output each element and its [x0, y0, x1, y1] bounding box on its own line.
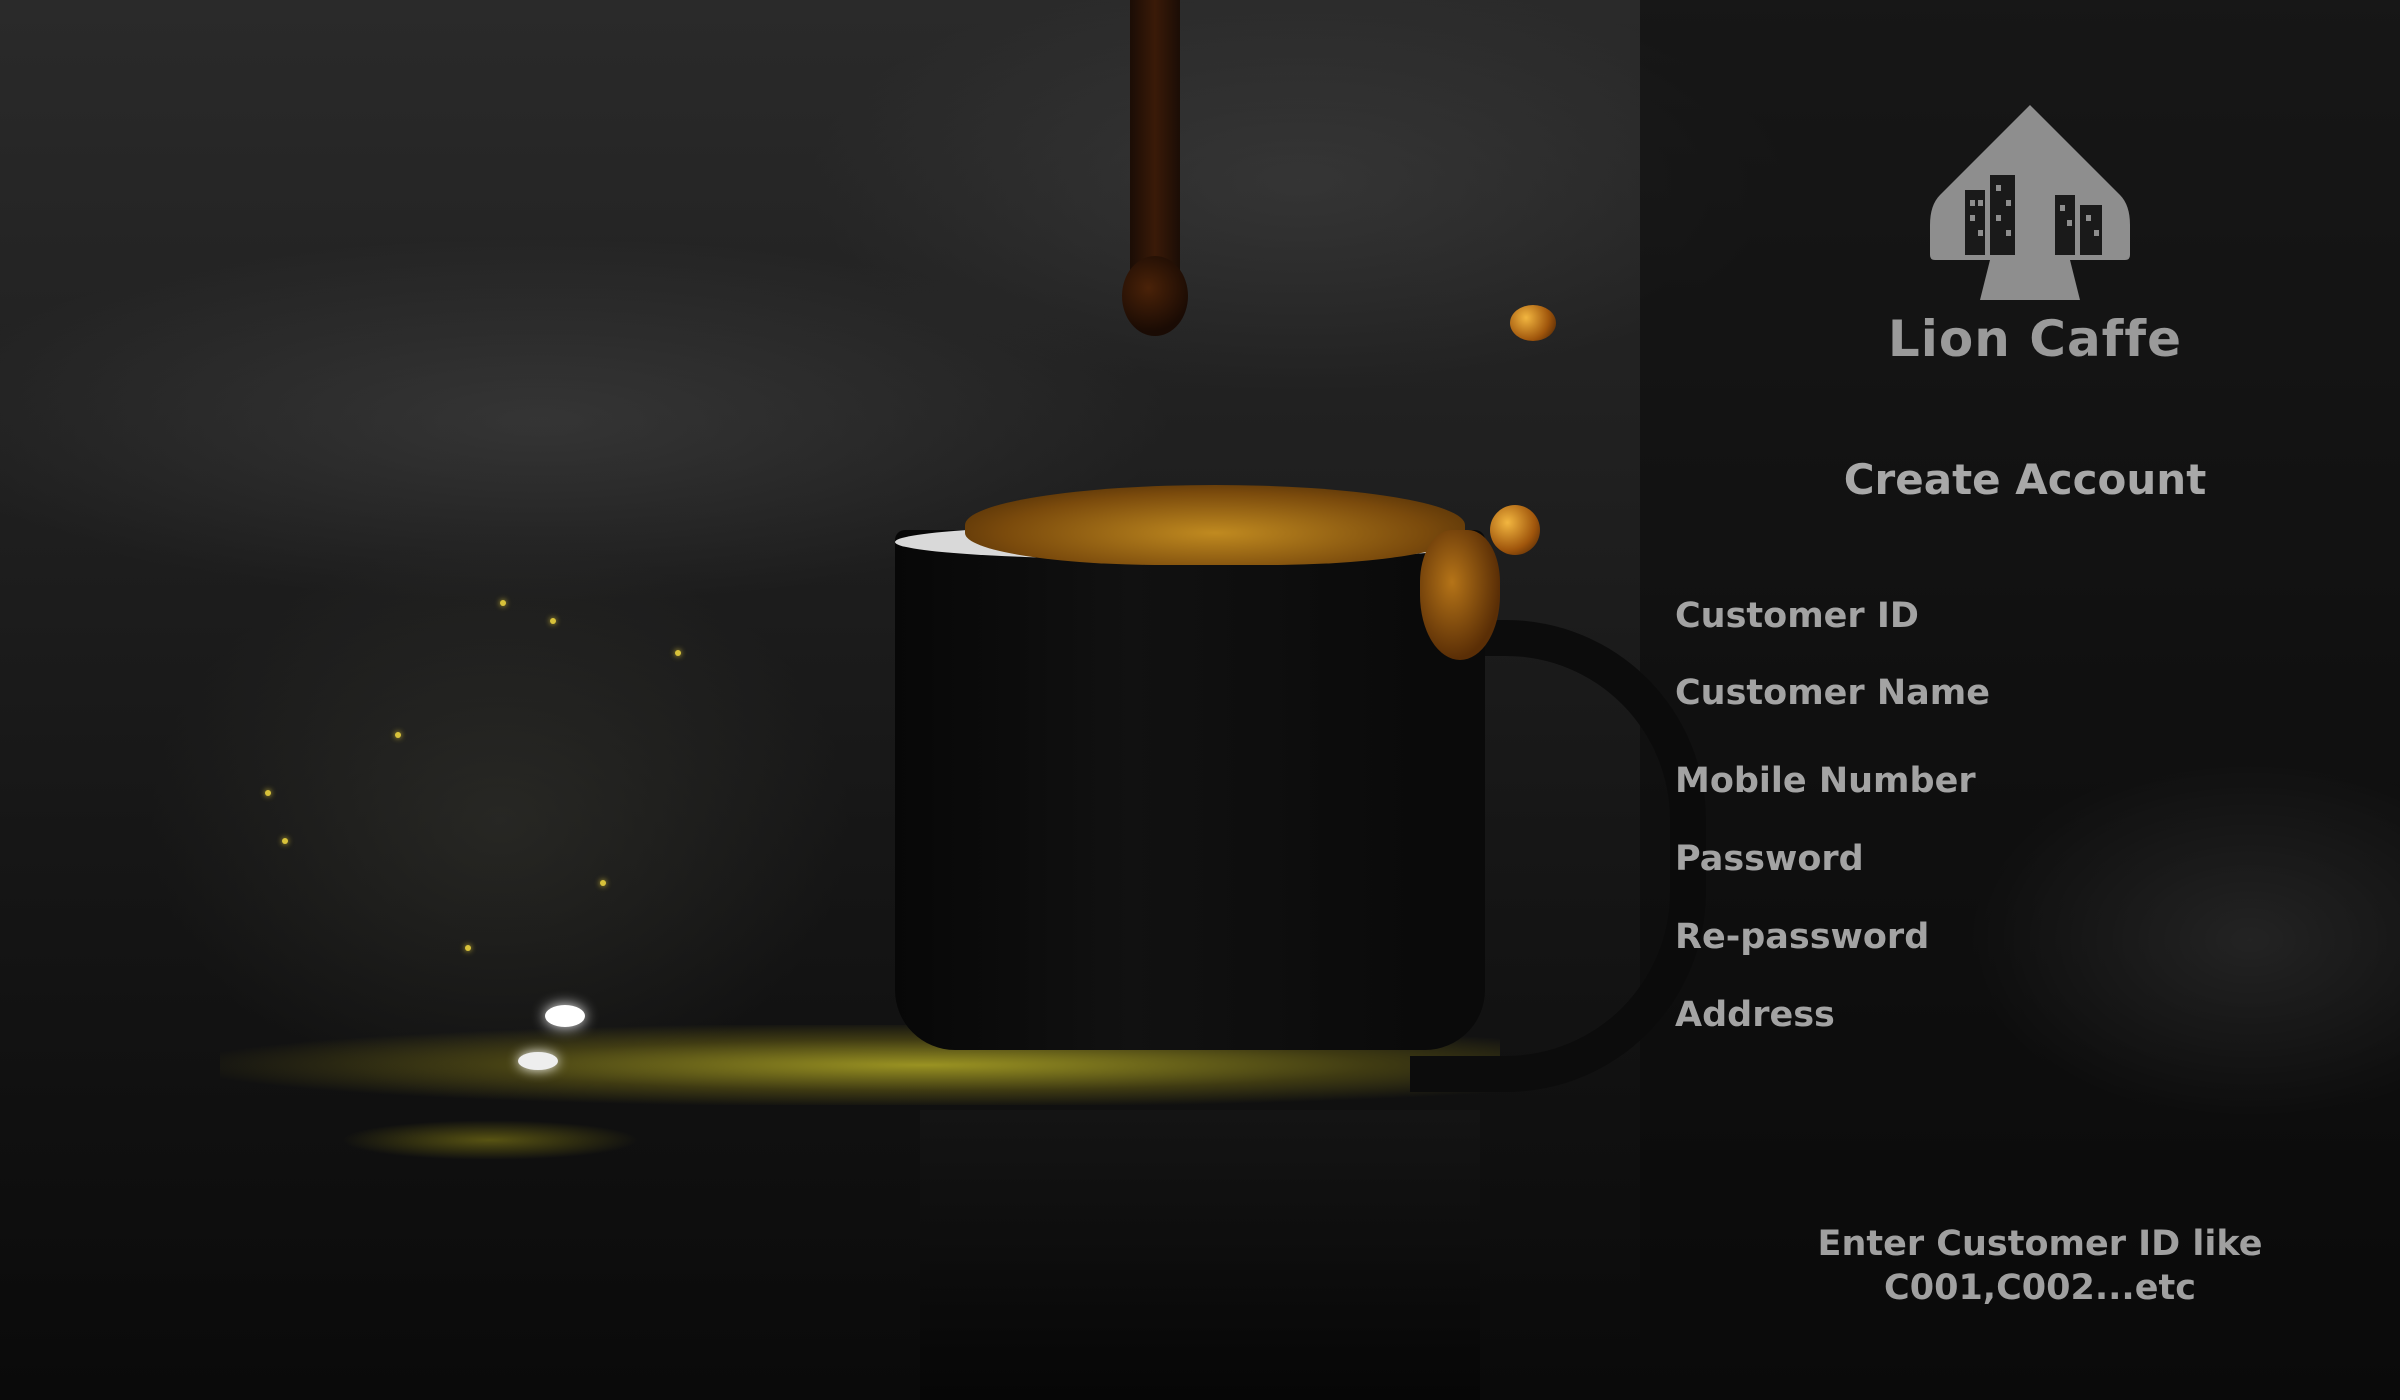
lion-caffe-logo-icon — [1930, 105, 2130, 300]
sparkle — [282, 838, 288, 844]
hint-line-2: C001,C002...etc — [1884, 1268, 2196, 1308]
sparkle — [675, 650, 681, 656]
sparkle — [545, 1005, 585, 1027]
cup-reflection — [920, 1110, 1480, 1400]
customer-name-input[interactable] — [2005, 673, 2295, 713]
sparkle — [265, 790, 271, 796]
form-title: Create Account — [1843, 455, 2207, 504]
customer-id-field: Customer ID — [1675, 590, 2295, 642]
hint-line-1: Enter Customer ID like — [1817, 1224, 2263, 1264]
coffee-droplet — [1490, 505, 1540, 555]
password-input[interactable] — [2005, 839, 2295, 879]
re-password-input[interactable] — [2005, 917, 2295, 957]
sparkle — [550, 618, 556, 624]
sparkle — [518, 1052, 558, 1070]
coffee-cup — [895, 530, 1485, 1050]
customer-id-hint: Enter Customer ID like C001,C002...etc — [1790, 1222, 2290, 1310]
customer-id-input[interactable] — [2005, 596, 2295, 636]
coffee-drip — [1122, 0, 1188, 336]
customer-name-label: Customer Name — [1675, 673, 1990, 713]
re-password-field: Re-password — [1675, 911, 2295, 963]
sparkle — [465, 945, 471, 951]
mobile-number-label: Mobile Number — [1675, 761, 1976, 801]
sparkle — [500, 600, 506, 606]
mobile-number-input[interactable] — [2005, 761, 2295, 801]
address-field: Address — [1675, 989, 2295, 1041]
sparkle — [600, 880, 606, 886]
coffee-puddle — [340, 1120, 640, 1160]
sparkle — [395, 732, 401, 738]
mobile-number-field: Mobile Number — [1675, 755, 2295, 807]
customer-name-field: Customer Name — [1675, 667, 2295, 719]
brand-name: Lion Caffe — [1887, 310, 2183, 368]
re-password-label: Re-password — [1675, 917, 1930, 957]
coffee-spill — [1420, 530, 1500, 660]
customer-id-label: Customer ID — [1675, 596, 1919, 636]
coffee-droplet — [1510, 305, 1556, 341]
password-field: Password — [1675, 833, 2295, 885]
coffee-surface — [965, 485, 1465, 565]
password-label: Password — [1675, 839, 1864, 879]
address-label: Address — [1675, 995, 1835, 1035]
address-input[interactable] — [2005, 995, 2295, 1035]
